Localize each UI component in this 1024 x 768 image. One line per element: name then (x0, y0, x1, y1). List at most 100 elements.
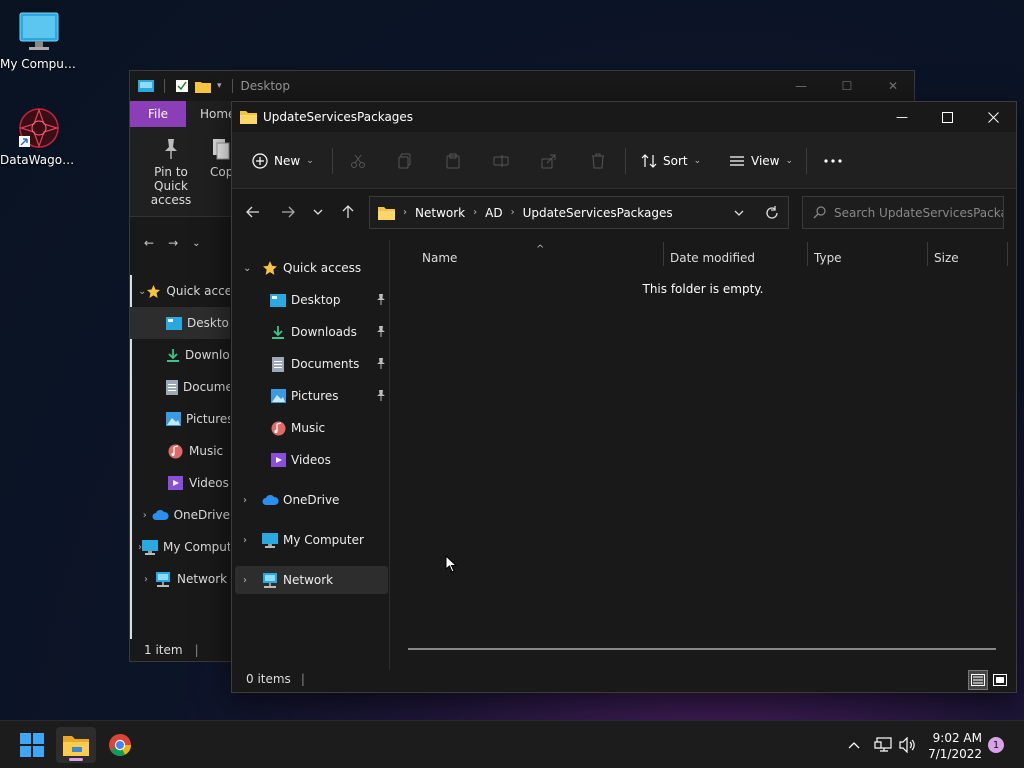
network-status-button[interactable] (872, 721, 894, 768)
tree-item-downloads[interactable]: Downloads (235, 318, 388, 346)
search-input[interactable]: Search UpdateServicesPacka... (802, 196, 1004, 229)
share-icon[interactable] (541, 153, 557, 169)
desktop-icon-datawagon[interactable]: DataWagon... (0, 106, 78, 167)
breadcrumb-current[interactable]: UpdateServicesPackages (523, 206, 673, 220)
notification-badge[interactable]: 1 (988, 737, 1004, 753)
music-icon (166, 443, 184, 459)
tree-item-pictures[interactable]: Pictures (235, 382, 388, 410)
tree-item-my-computer[interactable]: › My Computer (235, 526, 388, 554)
tree-item-network[interactable]: › Network (235, 566, 388, 594)
large-icons-view-button[interactable] (990, 670, 1010, 690)
tree-item-onedrive[interactable]: › OneDrive (130, 499, 230, 531)
tree-item-music[interactable]: Music (235, 414, 388, 442)
sort-button[interactable]: Sort ⌄ (641, 132, 701, 189)
pin-icon[interactable] (376, 357, 386, 369)
new-button[interactable]: New ⌄ (252, 132, 314, 189)
column-header-date-modified[interactable]: Date modified (670, 246, 800, 270)
recent-chevron-icon[interactable]: ⌄ (192, 238, 200, 249)
taskbar: 9:02 AM 7/1/2022 1 (0, 720, 1024, 768)
taskbar-file-explorer[interactable] (56, 727, 96, 763)
monitor-icon (261, 532, 279, 548)
chevron-down-icon: ⌄ (306, 155, 314, 166)
minimize-button[interactable]: — (778, 71, 824, 101)
forward-arrow-icon[interactable]: → (168, 236, 178, 250)
copy-label: Copy (210, 165, 232, 179)
plus-circle-icon (252, 152, 268, 169)
breadcrumb-network[interactable]: Network (415, 206, 465, 220)
view-button[interactable]: View ⌄ (729, 132, 793, 189)
column-header-size[interactable]: Size (934, 246, 1004, 270)
pin-icon[interactable] (376, 389, 386, 401)
cloud-icon (152, 507, 169, 523)
chevron-down-icon[interactable]: ▾ (217, 81, 222, 91)
close-button[interactable]: ✕ (870, 71, 916, 101)
minimize-button[interactable]: — (879, 102, 925, 132)
network-icon (154, 571, 172, 587)
address-bar[interactable]: › Network › AD › UpdateServicesPackages (369, 196, 789, 229)
title-bar[interactable]: ▾ Desktop — ☐ ✕ (130, 71, 914, 101)
address-dropdown-chevron-icon[interactable] (734, 210, 744, 216)
tree-item-onedrive[interactable]: › OneDrive (235, 486, 388, 514)
up-arrow-icon[interactable] (338, 202, 358, 222)
taskbar-chrome[interactable] (100, 727, 140, 763)
tree-item-pictures[interactable]: Pictures (130, 403, 230, 435)
details-view-button[interactable] (968, 670, 988, 690)
chevron-down-icon: ⌄ (243, 262, 252, 274)
rename-icon[interactable] (493, 153, 509, 169)
tree-item-desktop[interactable]: Desktop (235, 286, 388, 314)
sort-icon (641, 153, 657, 169)
paste-icon[interactable] (445, 153, 461, 169)
pin-icon[interactable] (376, 293, 386, 305)
chevron-right-icon: › (243, 574, 247, 586)
refresh-icon[interactable] (765, 206, 779, 220)
tree-item-documents[interactable]: Documents (130, 371, 230, 403)
back-arrow-icon[interactable]: ← (144, 236, 154, 250)
pin-icon[interactable] (376, 325, 386, 337)
chevron-right-icon: › (473, 207, 478, 218)
title-bar[interactable]: UpdateServicesPackages — (232, 102, 1016, 132)
properties-icon[interactable] (175, 79, 189, 93)
delete-icon[interactable] (590, 153, 606, 169)
clock-date: 7/1/2022 (928, 747, 982, 761)
tree-item-downloads[interactable]: Downloads (130, 339, 230, 371)
column-header-name[interactable]: Name ^ (422, 244, 662, 270)
explorer-window-active[interactable]: UpdateServicesPackages — New ⌄ Sort ⌄ Vi… (231, 101, 1017, 693)
show-hidden-icons-button[interactable] (844, 721, 864, 768)
tree-item-music[interactable]: Music (130, 435, 230, 467)
clock-time: 9:02 AM (932, 731, 982, 745)
tree-item-desktop[interactable]: Desktop (130, 307, 230, 339)
videos-icon (269, 452, 287, 468)
horizontal-scrollbar[interactable] (408, 648, 996, 650)
new-folder-icon[interactable] (195, 80, 211, 93)
close-button[interactable] (970, 102, 1016, 132)
more-options-button[interactable] (824, 132, 842, 189)
explorer-icon (138, 79, 154, 93)
tree-item-documents[interactable]: Documents (235, 350, 388, 378)
tree-item-videos[interactable]: Videos (130, 467, 230, 499)
copy-button[interactable]: Copy (210, 137, 232, 179)
tab-file[interactable]: File (130, 101, 186, 127)
recent-locations-chevron-icon[interactable] (308, 202, 328, 222)
breadcrumb-ad[interactable]: AD (485, 206, 502, 220)
tree-item-my-computer[interactable]: ›My Computer (130, 531, 230, 563)
desktop-icon-my-computer[interactable]: My Computer (0, 10, 78, 71)
tree-item-quick-access[interactable]: ⌄Quick access (130, 275, 230, 307)
back-arrow-icon[interactable] (243, 202, 263, 222)
file-list[interactable]: Name ^ Date modified Type Size This fold… (390, 240, 1016, 670)
cut-icon[interactable] (350, 153, 366, 169)
maximize-button[interactable]: ☐ (824, 71, 870, 101)
volume-button[interactable] (898, 721, 918, 768)
windows-logo-icon (20, 733, 44, 757)
folder-icon (378, 206, 395, 220)
tree-item-quick-access[interactable]: ⌄ Quick access (235, 254, 388, 282)
search-icon (813, 206, 826, 219)
pin-to-quick-access-button[interactable]: Pin to Quick access (136, 137, 206, 207)
tree-item-network[interactable]: › Network (130, 563, 230, 595)
tree-item-videos[interactable]: Videos (235, 446, 388, 474)
column-header-type[interactable]: Type (814, 246, 924, 270)
clock[interactable]: 9:02 AM 7/1/2022 (926, 730, 982, 762)
maximize-button[interactable] (924, 102, 970, 132)
start-button[interactable] (12, 727, 52, 763)
copy-icon[interactable] (397, 153, 413, 169)
forward-arrow-icon[interactable] (278, 202, 298, 222)
